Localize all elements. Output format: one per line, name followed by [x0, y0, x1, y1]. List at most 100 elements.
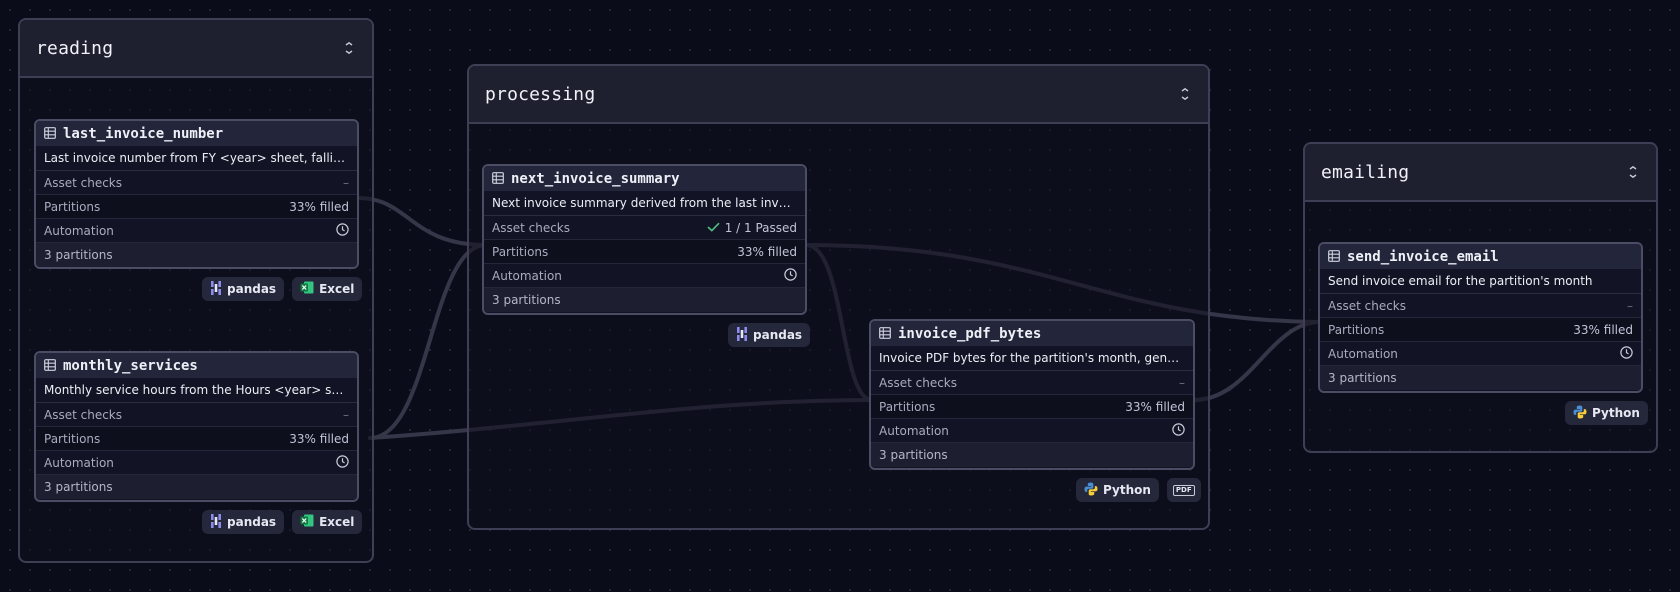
asset-checks-row[interactable]: Asset checks – — [36, 171, 357, 195]
row-label: Asset checks — [879, 375, 957, 390]
row-label: Partitions — [879, 399, 936, 414]
asset-tags: pandas Excel — [202, 277, 363, 301]
group-title: processing — [485, 83, 596, 105]
collapse-icon[interactable] — [342, 41, 356, 55]
row-label: Asset checks — [44, 175, 122, 190]
tag-excel[interactable]: Excel — [292, 510, 363, 534]
python-icon — [1573, 405, 1587, 422]
asset-node-next-invoice-summary[interactable]: next_invoice_summary Next invoice summar… — [482, 164, 807, 315]
clock-icon — [1620, 345, 1633, 362]
partitions-value: 33% filled — [1125, 399, 1185, 414]
tag-label: pandas — [227, 282, 277, 296]
partitions-count: 3 partitions — [36, 243, 357, 267]
row-label: Automation — [492, 268, 562, 283]
asset-tags: Python — [1565, 401, 1648, 425]
asset-header: invoice_pdf_bytes — [871, 321, 1193, 346]
tag-label: pandas — [227, 515, 277, 529]
asset-name: next_invoice_summary — [511, 170, 680, 187]
partitions-count: 3 partitions — [484, 288, 805, 312]
pdf-icon: PDF — [1172, 484, 1195, 496]
asset-checks-row[interactable]: Asset checks – — [36, 403, 357, 427]
tag-python[interactable]: Python — [1565, 401, 1648, 425]
asset-checks-value: – — [1179, 375, 1185, 390]
partitions-row[interactable]: Partitions 33% filled — [36, 427, 357, 451]
excel-icon — [300, 514, 314, 530]
checkmark-icon — [707, 221, 720, 235]
asset-header: send_invoice_email — [1320, 244, 1641, 269]
tag-pandas[interactable]: pandas — [202, 277, 285, 301]
asset-tags: Python PDF — [1076, 478, 1201, 502]
row-label: Asset checks — [1328, 298, 1406, 313]
asset-checks-row[interactable]: Asset checks – — [871, 371, 1193, 395]
asset-description: Last invoice number from FY <year> sheet… — [36, 146, 357, 171]
asset-description: Invoice PDF bytes for the partition's mo… — [871, 346, 1193, 371]
asset-node-monthly-services[interactable]: monthly_services Monthly service hours f… — [34, 351, 359, 502]
tag-label: Excel — [319, 282, 355, 296]
tag-label: Python — [1592, 406, 1640, 420]
partitions-count: 3 partitions — [1320, 366, 1641, 390]
table-icon — [1328, 247, 1340, 266]
group-header: processing — [469, 66, 1208, 124]
row-label: Automation — [1328, 346, 1398, 361]
pandas-icon — [210, 513, 222, 531]
automation-row[interactable]: Automation — [36, 219, 357, 243]
row-label: Automation — [44, 223, 114, 238]
asset-header: next_invoice_summary — [484, 166, 805, 191]
excel-icon — [300, 281, 314, 297]
partitions-count: 3 partitions — [36, 475, 357, 499]
asset-header: monthly_services — [36, 353, 357, 378]
row-label: Asset checks — [492, 220, 570, 235]
partitions-row[interactable]: Partitions 33% filled — [871, 395, 1193, 419]
row-label: Automation — [44, 455, 114, 470]
asset-checks-row[interactable]: Asset checks – — [1320, 294, 1641, 318]
asset-node-last-invoice-number[interactable]: last_invoice_number Last invoice number … — [34, 119, 359, 269]
table-icon — [879, 324, 891, 343]
asset-checks-value: – — [343, 175, 349, 190]
group-title: reading — [36, 37, 114, 59]
tag-pdf[interactable]: PDF — [1166, 478, 1201, 502]
asset-tags: pandas — [728, 323, 811, 347]
row-label: Partitions — [44, 199, 101, 214]
asset-description: Monthly service hours from the Hours <ye… — [36, 378, 357, 403]
clock-icon — [1172, 422, 1185, 439]
tag-label: Python — [1103, 483, 1151, 497]
row-label: Automation — [879, 423, 949, 438]
tag-pandas[interactable]: pandas — [728, 323, 811, 347]
automation-row[interactable]: Automation — [36, 451, 357, 475]
asset-node-send-invoice-email[interactable]: send_invoice_email Send invoice email fo… — [1318, 242, 1643, 393]
collapse-icon[interactable] — [1178, 87, 1192, 101]
group-header: emailing — [1305, 144, 1656, 202]
asset-name: invoice_pdf_bytes — [898, 325, 1042, 342]
group-header: reading — [20, 20, 372, 78]
partitions-count: 3 partitions — [871, 443, 1193, 467]
partitions-row[interactable]: Partitions 33% filled — [36, 195, 357, 219]
partitions-row[interactable]: Partitions 33% filled — [1320, 318, 1641, 342]
pandas-icon — [210, 280, 222, 298]
asset-name: send_invoice_email — [1347, 248, 1499, 265]
partitions-row[interactable]: Partitions 33% filled — [484, 240, 805, 264]
tag-excel[interactable]: Excel — [292, 277, 363, 301]
automation-row[interactable]: Automation — [484, 264, 805, 288]
table-icon — [44, 124, 56, 143]
table-icon — [492, 169, 504, 188]
asset-checks-row[interactable]: Asset checks 1 / 1 Passed — [484, 216, 805, 240]
partitions-value: 33% filled — [1573, 322, 1633, 337]
asset-node-invoice-pdf-bytes[interactable]: invoice_pdf_bytes Invoice PDF bytes for … — [869, 319, 1195, 470]
asset-description: Next invoice summary derived from the la… — [484, 191, 805, 216]
python-icon — [1084, 482, 1098, 499]
row-label: Partitions — [492, 244, 549, 259]
clock-icon — [784, 267, 797, 284]
pandas-icon — [736, 326, 748, 344]
row-label: Partitions — [1328, 322, 1385, 337]
asset-header: last_invoice_number — [36, 121, 357, 146]
clock-icon — [336, 222, 349, 239]
tag-label: pandas — [753, 328, 803, 342]
asset-checks-status: 1 / 1 Passed — [707, 221, 797, 235]
asset-name: monthly_services — [63, 357, 198, 374]
automation-row[interactable]: Automation — [1320, 342, 1641, 366]
asset-checks-value: – — [1627, 298, 1633, 313]
tag-pandas[interactable]: pandas — [202, 510, 285, 534]
automation-row[interactable]: Automation — [871, 419, 1193, 443]
tag-python[interactable]: Python — [1076, 478, 1159, 502]
collapse-icon[interactable] — [1626, 165, 1640, 179]
